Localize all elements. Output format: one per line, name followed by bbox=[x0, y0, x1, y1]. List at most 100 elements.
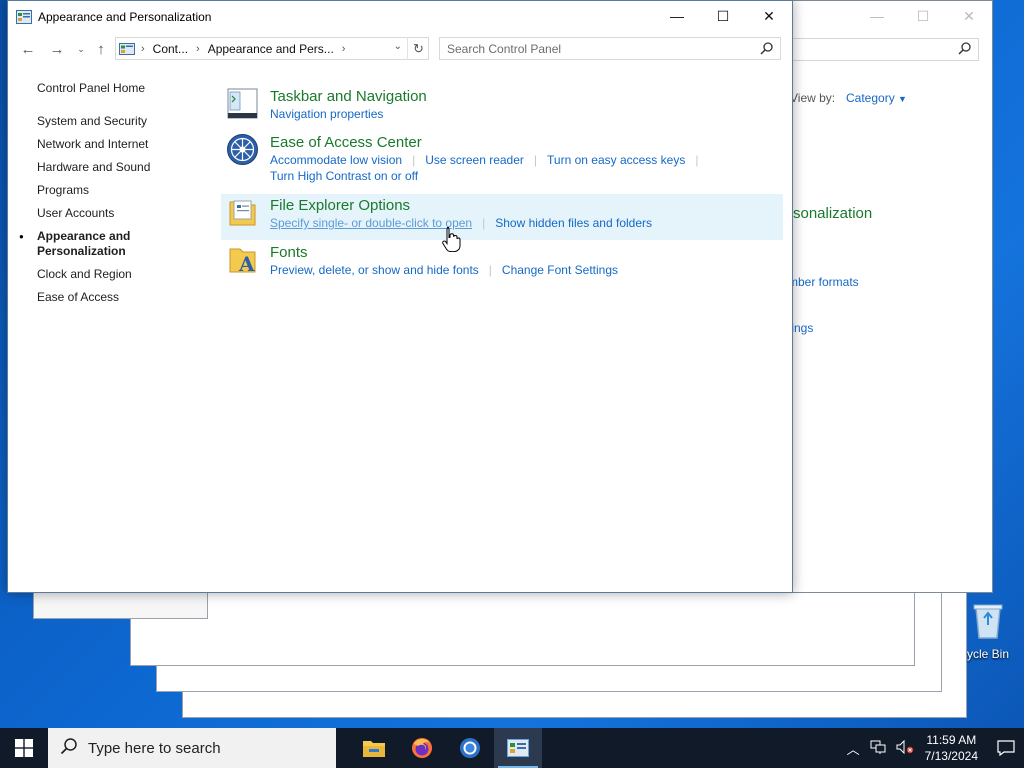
svg-text:A: A bbox=[238, 252, 255, 276]
sidebar-item-system-and-security[interactable]: System and Security bbox=[37, 114, 197, 129]
link-divider: | bbox=[412, 153, 416, 167]
breadcrumb-appearance[interactable]: Appearance and Pers... bbox=[208, 42, 334, 56]
taskbar-icon bbox=[227, 88, 258, 119]
bg-maximize-icon[interactable]: ☐ bbox=[900, 1, 946, 31]
navigation-bar: ← → ⌄ ↑ › Cont... › Appearance and Pers.… bbox=[8, 37, 792, 61]
chrome-icon bbox=[460, 738, 480, 758]
hand-cursor-icon bbox=[442, 227, 461, 252]
breadcrumb-separator-icon[interactable]: › bbox=[141, 43, 145, 55]
window-title: Appearance and Personalization bbox=[38, 9, 212, 24]
category-title[interactable]: File Explorer Options bbox=[270, 197, 410, 214]
bg-appearance-link[interactable]: rsonalization bbox=[788, 205, 872, 222]
bg-minimize-icon[interactable]: — bbox=[854, 1, 900, 31]
sidebar-item-label: Personalization bbox=[37, 244, 126, 258]
sidebar-item-ease-of-access[interactable]: Ease of Access bbox=[37, 290, 197, 305]
bg-close-icon[interactable]: ✕ bbox=[946, 1, 992, 31]
control-panel-window: Appearance and Personalization — ☐ ✕ ← →… bbox=[7, 0, 793, 593]
show-hidden-files-link[interactable]: Show hidden files and folders bbox=[495, 216, 652, 230]
category-title[interactable]: Fonts bbox=[270, 244, 308, 261]
taskbar: Type here to search ︿ 11:59 AM 7/13/2024 bbox=[0, 728, 1024, 768]
recent-locations-chevron-icon[interactable]: ⌄ bbox=[71, 37, 91, 61]
background-window-stack-3 bbox=[130, 585, 915, 666]
chrome-taskbar-button[interactable] bbox=[446, 728, 494, 768]
firefox-icon bbox=[412, 738, 432, 758]
ease-of-access-icon bbox=[227, 134, 258, 165]
file-explorer-taskbar-button[interactable] bbox=[350, 728, 398, 768]
bg-number-formats-link[interactable]: mber formats bbox=[788, 275, 859, 289]
maximize-button[interactable]: ☐ bbox=[700, 1, 746, 31]
refresh-icon[interactable]: ↻ bbox=[407, 37, 429, 60]
bg-search-box[interactable] bbox=[788, 38, 979, 61]
link-divider: | bbox=[533, 153, 538, 167]
recycle-bin-shortcut[interactable]: ycle Bin bbox=[958, 600, 1018, 661]
taskbar-search-placeholder: Type here to search bbox=[88, 739, 221, 757]
windows-logo-icon bbox=[15, 739, 33, 757]
system-tray: ︿ 11:59 AM 7/13/2024 bbox=[842, 728, 1024, 768]
address-control-panel-icon bbox=[119, 42, 135, 55]
bg-view-by-label: View by: bbox=[790, 91, 836, 105]
breadcrumb-separator-icon[interactable]: › bbox=[342, 43, 346, 55]
link-divider: | bbox=[488, 263, 492, 277]
search-icon bbox=[760, 41, 774, 58]
address-bar[interactable]: › Cont... › Appearance and Pers... › ⌄ bbox=[115, 37, 429, 60]
breadcrumb-control-panel[interactable]: Cont... bbox=[153, 42, 188, 56]
category-title[interactable]: Ease of Access Center bbox=[270, 134, 422, 151]
recycle-bin-label: ycle Bin bbox=[966, 647, 1010, 661]
sidebar-item-user-accounts[interactable]: User Accounts bbox=[37, 206, 197, 221]
control-panel-taskbar-icon bbox=[507, 739, 529, 757]
sidebar-item-hardware-and-sound[interactable]: Hardware and Sound bbox=[37, 160, 197, 175]
clock-date: 7/13/2024 bbox=[924, 749, 978, 763]
breadcrumb-separator-icon[interactable]: › bbox=[196, 43, 200, 55]
background-control-panel-window[interactable]: — ☐ ✕ View by: Category ▼ rsonalization … bbox=[788, 0, 993, 593]
control-panel-icon bbox=[16, 9, 32, 24]
fonts-icon: A bbox=[229, 248, 256, 276]
search-placeholder: Search Control Panel bbox=[447, 41, 562, 56]
preview-fonts-link[interactable]: Preview, delete, or show and hide fonts bbox=[270, 263, 479, 277]
sidebar-item-label: Appearance and bbox=[37, 229, 131, 243]
firefox-taskbar-button[interactable] bbox=[398, 728, 446, 768]
start-button[interactable] bbox=[0, 728, 48, 768]
easy-access-keys-link[interactable]: Turn on easy access keys bbox=[547, 153, 685, 167]
notification-icon bbox=[997, 740, 1015, 756]
folder-options-icon bbox=[229, 200, 256, 226]
volume-muted-icon[interactable] bbox=[896, 739, 914, 757]
high-contrast-link[interactable]: Turn High Contrast on or off bbox=[270, 169, 418, 183]
search-input[interactable]: Search Control Panel bbox=[439, 37, 781, 60]
change-font-settings-link[interactable]: Change Font Settings bbox=[502, 263, 618, 277]
sidebar-item-appearance-and-personalization[interactable]: Appearance andPersonalization bbox=[19, 229, 197, 259]
up-arrow-icon[interactable]: ↑ bbox=[91, 37, 111, 61]
title-bar[interactable]: Appearance and Personalization — ☐ ✕ bbox=[8, 1, 792, 32]
sidebar-item-programs[interactable]: Programs bbox=[37, 183, 197, 198]
forward-arrow-icon[interactable]: → bbox=[47, 37, 67, 61]
show-hidden-icons-chevron-icon[interactable]: ︿ bbox=[847, 739, 860, 758]
category-fonts: A Fonts Preview, delete, or show and hid… bbox=[221, 241, 783, 281]
sidebar-item-clock-and-region[interactable]: Clock and Region bbox=[37, 267, 197, 282]
file-explorer-icon bbox=[363, 741, 385, 757]
clock[interactable]: 11:59 AM 7/13/2024 bbox=[925, 732, 978, 764]
category-taskbar-and-navigation: Taskbar and Navigation Navigation proper… bbox=[221, 85, 783, 125]
navigation-properties-link[interactable]: Navigation properties bbox=[270, 107, 383, 121]
recycle-bin-icon bbox=[973, 604, 1003, 639]
bg-search-icon bbox=[958, 41, 972, 58]
control-panel-home-link[interactable]: Control Panel Home bbox=[37, 81, 197, 96]
back-arrow-icon[interactable]: ← bbox=[18, 37, 38, 61]
address-dropdown-icon[interactable]: ⌄ bbox=[394, 41, 402, 52]
network-icon[interactable] bbox=[870, 740, 886, 757]
dropdown-arrow-icon: ▼ bbox=[898, 94, 907, 104]
bg-view-by-dropdown[interactable]: Category ▼ bbox=[846, 91, 907, 105]
clock-time: 11:59 AM bbox=[926, 733, 977, 747]
use-screen-reader-link[interactable]: Use screen reader bbox=[425, 153, 524, 167]
control-panel-taskbar-button[interactable] bbox=[494, 728, 542, 768]
close-button[interactable]: ✕ bbox=[746, 1, 792, 31]
action-center-button[interactable] bbox=[988, 728, 1024, 768]
bg-category-label: Category bbox=[846, 91, 895, 105]
category-file-explorer-options: File Explorer Options Specify single- or… bbox=[221, 194, 783, 240]
sidebar-item-network-and-internet[interactable]: Network and Internet bbox=[37, 137, 197, 152]
taskbar-search-box[interactable]: Type here to search bbox=[48, 728, 336, 768]
minimize-button[interactable]: — bbox=[654, 1, 700, 31]
category-title[interactable]: Taskbar and Navigation bbox=[270, 88, 427, 105]
link-divider: | bbox=[482, 216, 486, 230]
accommodate-low-vision-link[interactable]: Accommodate low vision bbox=[270, 153, 402, 167]
category-ease-of-access-center: Ease of Access Center Accommodate low vi… bbox=[221, 131, 783, 189]
link-divider: | bbox=[695, 153, 699, 167]
